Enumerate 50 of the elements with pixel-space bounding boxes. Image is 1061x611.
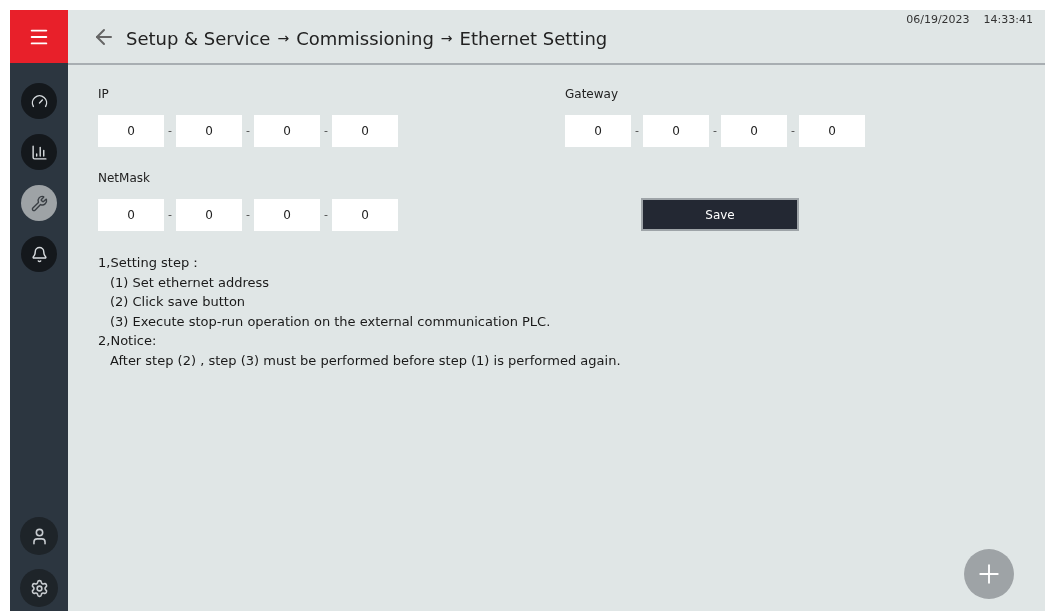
octet-input[interactable]: 0 — [799, 115, 865, 147]
breadcrumb-item: Ethernet Setting — [459, 27, 608, 51]
octet-input[interactable]: 0 — [332, 115, 398, 147]
octet-input[interactable]: 0 — [98, 199, 164, 231]
instruction-line: (2) Click save button — [109, 293, 247, 311]
time-label: 14:33:41 — [983, 12, 1033, 28]
breadcrumb-separator: → — [277, 29, 290, 48]
octet-input[interactable]: 0 — [332, 199, 398, 231]
instruction-line: 2,Notice: — [98, 332, 158, 350]
menu-button[interactable] — [10, 10, 68, 63]
gear-button[interactable] — [20, 569, 58, 607]
octet-input[interactable]: 0 — [98, 115, 164, 147]
nav-gauge-button[interactable] — [21, 83, 57, 119]
octet-separator: - — [245, 122, 251, 139]
breadcrumb-separator: → — [440, 29, 453, 48]
octet-input[interactable]: 0 — [254, 199, 320, 231]
chart-icon — [30, 143, 48, 161]
instruction-line: After step (2) , step (3) must be performed before step (1) is performed again. — [109, 351, 622, 370]
save-button[interactable]: Save — [641, 198, 799, 231]
octet-input[interactable]: 0 — [565, 115, 631, 147]
octet-separator: - — [323, 122, 329, 139]
nav-bell-button[interactable] — [21, 236, 57, 272]
octet-input[interactable]: 0 — [721, 115, 787, 147]
octet-separator: - — [790, 122, 796, 139]
octet-separator: - — [634, 122, 640, 139]
user-button[interactable] — [20, 517, 58, 555]
date-label: 06/19/2023 — [906, 12, 970, 28]
instruction-line: (3) Execute stop-run operation on the external communication PLC. — [109, 312, 552, 331]
octet-input[interactable]: 0 — [254, 115, 320, 147]
field-label: Gateway — [565, 86, 619, 101]
octet-separator: - — [167, 122, 173, 139]
settings-icon — [29, 578, 49, 598]
breadcrumb-item: Commissioning — [296, 27, 434, 51]
field-label: IP — [98, 86, 110, 101]
field-label: NetMask — [98, 170, 151, 185]
octet-input[interactable]: 0 — [176, 115, 242, 147]
octet-separator: - — [712, 122, 718, 139]
wrench-icon — [30, 194, 48, 212]
nav-chart-button[interactable] — [21, 134, 57, 170]
breadcrumb-item: Setup & Service — [126, 27, 271, 51]
instruction-line: 1,Setting step： — [98, 254, 204, 272]
instruction-line: (1) Set ethernet address — [109, 273, 270, 292]
octet-input[interactable]: 0 — [176, 199, 242, 231]
bell-icon — [30, 245, 48, 263]
octet-separator: - — [323, 206, 329, 223]
octet-separator: - — [245, 206, 251, 223]
gauge-icon — [30, 92, 48, 110]
octet-input[interactable]: 0 — [643, 115, 709, 147]
octet-separator: - — [167, 206, 173, 223]
nav-wrench-button[interactable] — [21, 185, 57, 221]
